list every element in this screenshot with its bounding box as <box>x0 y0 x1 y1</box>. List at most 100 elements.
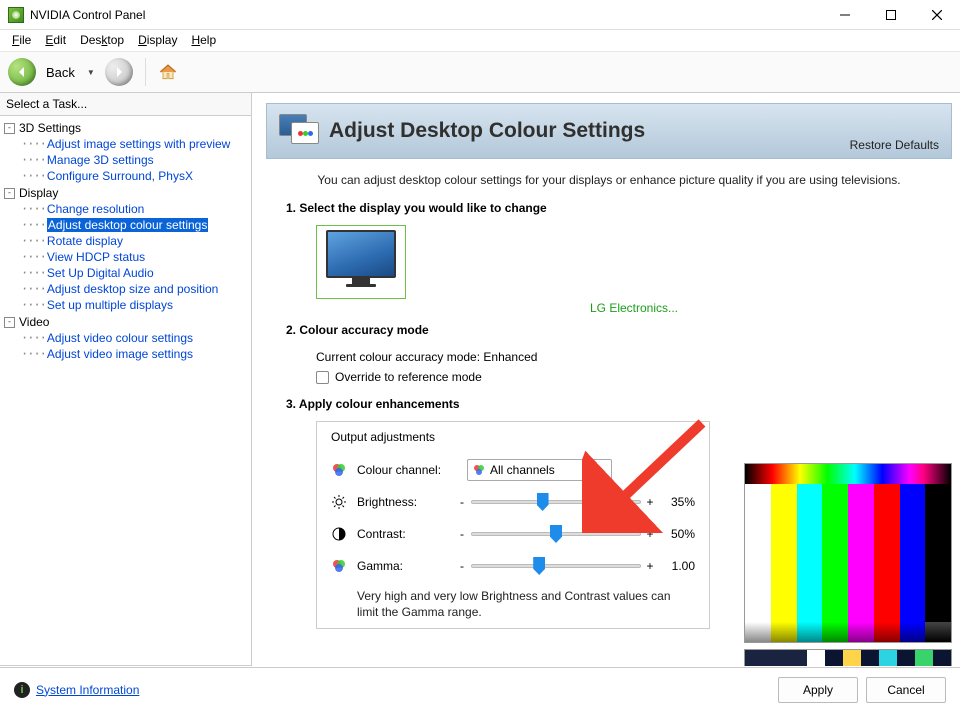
task-tree: -3D Settings····Adjust image settings wi… <box>0 116 251 666</box>
chevron-down-icon: ⌄ <box>597 465 605 476</box>
tree-item[interactable]: ····Adjust desktop colour settings <box>19 217 251 233</box>
menu-display[interactable]: Display <box>132 31 183 49</box>
tree-item[interactable]: ····Manage 3D settings <box>19 152 251 168</box>
tree-item[interactable]: ····Adjust desktop size and position <box>19 281 251 297</box>
page-subtitle: You can adjust desktop colour settings f… <box>266 159 952 201</box>
back-button[interactable] <box>8 58 36 86</box>
colour-channel-select[interactable]: All channels ⌄ <box>467 459 612 481</box>
back-history-dropdown[interactable]: ▼ <box>83 68 99 77</box>
minus-icon: - <box>457 495 467 509</box>
apply-button[interactable]: Apply <box>778 677 858 703</box>
contrast-label: Contrast: <box>357 527 457 541</box>
plus-icon: + <box>645 495 655 509</box>
tree-item-label: Configure Surround, PhysX <box>47 169 193 183</box>
tree-item[interactable]: ····Configure Surround, PhysX <box>19 168 251 184</box>
tree-group-label: 3D Settings <box>19 121 81 135</box>
current-mode-label: Current colour accuracy mode: Enhanced <box>316 347 952 367</box>
back-label: Back <box>46 65 75 80</box>
collapse-icon[interactable]: - <box>4 317 15 328</box>
override-checkbox[interactable] <box>316 371 329 384</box>
maximize-button[interactable] <box>868 0 914 29</box>
tree-item-label: Adjust image settings with preview <box>47 137 230 151</box>
content-header: Adjust Desktop Colour Settings Restore D… <box>266 103 952 159</box>
tree-item[interactable]: ····Set Up Digital Audio <box>19 265 251 281</box>
content-pane: Adjust Desktop Colour Settings Restore D… <box>252 93 960 666</box>
contrast-icon <box>331 526 347 542</box>
tree-item-label: Change resolution <box>47 202 144 216</box>
plus-icon: + <box>645 527 655 541</box>
colour-channel-value: All channels <box>490 463 555 477</box>
toolbar: Back ▼ <box>0 51 960 93</box>
info-icon: i <box>14 682 30 698</box>
tree-item[interactable]: ····Adjust video image settings <box>19 346 251 362</box>
sidebar: Select a Task... -3D Settings····Adjust … <box>0 93 252 666</box>
menu-edit[interactable]: Edit <box>39 31 72 49</box>
brightness-label: Brightness: <box>357 495 457 509</box>
contrast-value: 50% <box>655 527 695 541</box>
tree-group-display[interactable]: -Display <box>4 185 251 201</box>
enhancement-note: Very high and very low Brightness and Co… <box>357 588 695 620</box>
brightness-value: 35% <box>655 495 695 509</box>
tree-item-label: Adjust desktop size and position <box>47 282 218 296</box>
system-information-link[interactable]: System Information <box>36 683 139 697</box>
tree-item-label: Manage 3D settings <box>47 153 154 167</box>
tree-item[interactable]: ····Set up multiple displays <box>19 297 251 313</box>
tree-item-label: Set Up Digital Audio <box>47 266 154 280</box>
tree-item[interactable]: ····Adjust image settings with preview <box>19 136 251 152</box>
header-icon <box>279 114 319 148</box>
minus-icon: - <box>457 527 467 541</box>
contrast-slider[interactable] <box>471 532 641 536</box>
sidebar-header: Select a Task... <box>0 93 251 116</box>
gamma-label: Gamma: <box>357 559 457 573</box>
gamma-value: 1.00 <box>655 559 695 573</box>
cancel-button[interactable]: Cancel <box>866 677 946 703</box>
tree-item[interactable]: ····View HDCP status <box>19 249 251 265</box>
menu-help[interactable]: Help <box>185 31 222 49</box>
tree-group-label: Display <box>19 186 58 200</box>
forward-button[interactable] <box>105 58 133 86</box>
tree-item-label: Adjust video colour settings <box>47 331 193 345</box>
menu-desktop[interactable]: Desktop <box>74 31 130 49</box>
tree-item[interactable]: ····Adjust video colour settings <box>19 330 251 346</box>
toolbar-divider <box>145 58 146 86</box>
collapse-icon[interactable]: - <box>4 188 15 199</box>
step2-heading: 2. Colour accuracy mode <box>286 323 952 337</box>
gamma-slider[interactable] <box>471 564 641 568</box>
tree-item-label: View HDCP status <box>47 250 145 264</box>
titlebar: NVIDIA Control Panel <box>0 0 960 30</box>
brightness-slider[interactable] <box>471 500 641 504</box>
colour-preview <box>744 463 952 643</box>
step1-heading: 1. Select the display you would like to … <box>286 201 952 215</box>
brightness-icon <box>331 494 347 510</box>
step3-heading: 3. Apply colour enhancements <box>286 397 952 411</box>
window-title: NVIDIA Control Panel <box>30 8 822 22</box>
tree-item-label: Adjust video image settings <box>47 347 193 361</box>
plus-icon: + <box>645 559 655 573</box>
menubar: File Edit Desktop Display Help <box>0 30 960 51</box>
tree-group-label: Video <box>19 315 49 329</box>
page-title: Adjust Desktop Colour Settings <box>329 119 645 143</box>
minus-icon: - <box>457 559 467 573</box>
home-icon[interactable] <box>158 62 178 82</box>
colour-channel-label: Colour channel: <box>357 463 457 477</box>
tree-item[interactable]: ····Change resolution <box>19 201 251 217</box>
override-label: Override to reference mode <box>335 370 482 384</box>
minimize-button[interactable] <box>822 0 868 29</box>
tree-item-label: Rotate display <box>47 234 123 248</box>
tree-item-label: Adjust desktop colour settings <box>47 218 208 232</box>
collapse-icon[interactable]: - <box>4 123 15 134</box>
colour-preview-2 <box>744 649 952 666</box>
close-button[interactable] <box>914 0 960 29</box>
tree-group-video[interactable]: -Video <box>4 314 251 330</box>
tree-item-label: Set up multiple displays <box>47 298 173 312</box>
gamma-icon <box>331 558 347 574</box>
bottombar: i System Information Apply Cancel <box>0 667 960 711</box>
app-icon <box>8 7 24 23</box>
tree-item[interactable]: ····Rotate display <box>19 233 251 249</box>
rgb-icon <box>331 462 347 478</box>
output-adjustments-label: Output adjustments <box>331 430 695 444</box>
menu-file[interactable]: File <box>6 31 37 49</box>
tree-group-3d-settings[interactable]: -3D Settings <box>4 120 251 136</box>
restore-defaults-link[interactable]: Restore Defaults <box>850 138 939 152</box>
display-thumbnail[interactable] <box>316 225 406 299</box>
